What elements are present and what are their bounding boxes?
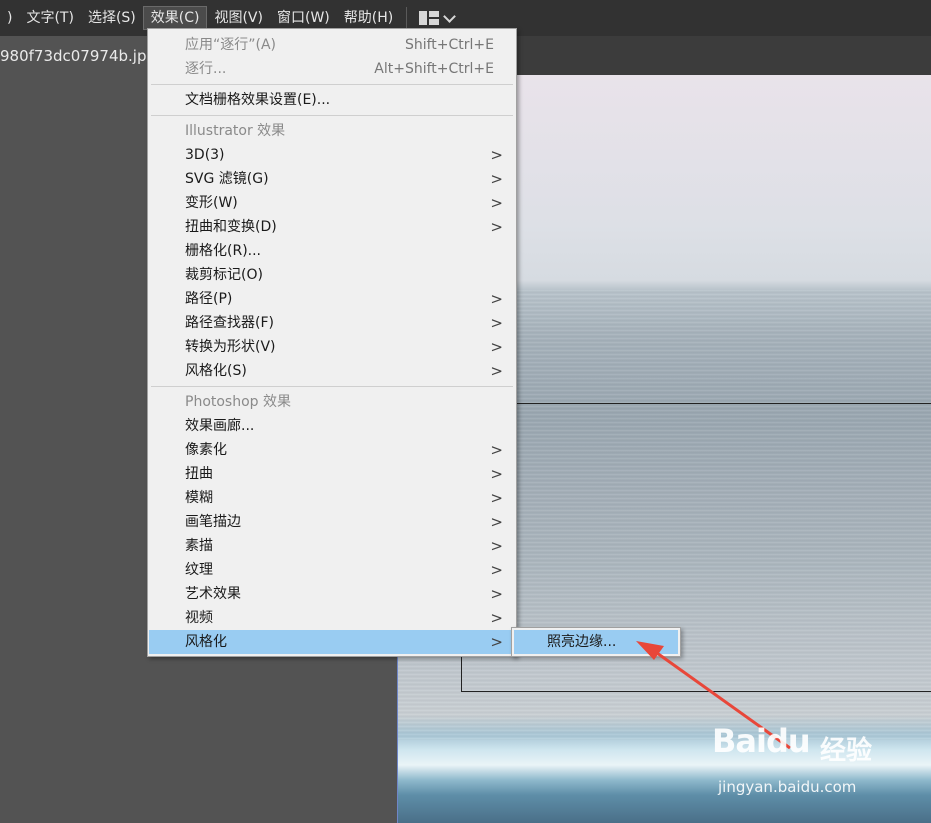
menu-item-crop-marks[interactable]: 裁剪标记(O): [149, 263, 515, 287]
menu-item-convert-to-shape[interactable]: 转换为形状(V) >: [149, 335, 515, 359]
menu-item-stylize-photoshop[interactable]: 风格化 >: [149, 630, 515, 654]
document-tab[interactable]: 980f73dc07974b.jpg: [0, 36, 148, 75]
chevron-right-icon: >: [490, 537, 503, 555]
menu-item-brush-strokes[interactable]: 画笔描边 >: [149, 510, 515, 534]
menu-separator: [151, 115, 513, 116]
chevron-right-icon: >: [490, 290, 503, 308]
menu-item-distort[interactable]: 扭曲 >: [149, 462, 515, 486]
menu-separator: [151, 84, 513, 85]
chevron-right-icon: >: [490, 633, 503, 651]
menu-item-blur[interactable]: 模糊 >: [149, 486, 515, 510]
submenu-item-glowing-edges[interactable]: 照亮边缘...: [514, 630, 678, 654]
selection-guide-line: [515, 403, 931, 404]
chevron-right-icon: >: [490, 561, 503, 579]
chevron-right-icon: >: [490, 314, 503, 332]
chevron-right-icon: >: [490, 218, 503, 236]
chevron-right-icon: >: [490, 170, 503, 188]
menu-item-svg-filters[interactable]: SVG 滤镜(G) >: [149, 167, 515, 191]
chevron-right-icon: >: [490, 441, 503, 459]
selection-guide-box: [461, 655, 931, 692]
menu-item-distort-transform[interactable]: 扭曲和变换(D) >: [149, 215, 515, 239]
menu-item-path[interactable]: 路径(P) >: [149, 287, 515, 311]
menu-item-texture[interactable]: 纹理 >: [149, 558, 515, 582]
chevron-down-icon: [443, 9, 457, 23]
menu-item-rasterize[interactable]: 栅格化(R)...: [149, 239, 515, 263]
chevron-right-icon: >: [490, 585, 503, 603]
chevron-right-icon: >: [490, 146, 503, 164]
menu-item-apply-last-effect[interactable]: 应用“逐行”(A) Shift+Ctrl+E: [149, 33, 515, 57]
chevron-right-icon: >: [490, 465, 503, 483]
menu-item-stylize-illustrator[interactable]: 风格化(S) >: [149, 359, 515, 383]
shortcut-label: Shift+Ctrl+E: [404, 37, 494, 53]
menu-section-illustrator: Illustrator 效果: [185, 123, 286, 139]
menu-item-raster-settings[interactable]: 文档栅格效果设置(E)...: [149, 88, 515, 112]
chevron-right-icon: >: [490, 489, 503, 507]
chevron-right-icon: >: [490, 338, 503, 356]
menu-section-photoshop: Photoshop 效果: [185, 394, 292, 410]
stylize-submenu: 照亮边缘...: [511, 627, 681, 657]
menu-item-warp[interactable]: 变形(W) >: [149, 191, 515, 215]
menu-separator: [151, 386, 513, 387]
menu-item-sketch[interactable]: 素描 >: [149, 534, 515, 558]
effect-menu-dropdown: 应用“逐行”(A) Shift+Ctrl+E 逐行... Alt+Shift+C…: [147, 28, 517, 657]
menu-item-artistic[interactable]: 艺术效果 >: [149, 582, 515, 606]
workspace-switcher-button[interactable]: [415, 9, 458, 25]
menu-select[interactable]: 选择(S): [81, 6, 143, 30]
menu-item-last-effect[interactable]: 逐行... Alt+Shift+Ctrl+E: [149, 57, 515, 81]
menu-effect[interactable]: 效果(C): [142, 6, 208, 30]
shortcut-label: Alt+Shift+Ctrl+E: [374, 61, 494, 77]
menu-type-partial[interactable]: ): [0, 6, 19, 30]
menu-item-pixelate[interactable]: 像素化 >: [149, 438, 515, 462]
menu-item-effect-gallery[interactable]: 效果画廊...: [149, 414, 515, 438]
workspace-layout-icon: [419, 11, 440, 25]
menu-item-3d[interactable]: 3D(3) >: [149, 143, 515, 167]
chevron-right-icon: >: [490, 194, 503, 212]
menu-item-pathfinder[interactable]: 路径查找器(F) >: [149, 311, 515, 335]
menu-item-video[interactable]: 视频 >: [149, 606, 515, 630]
chevron-right-icon: >: [490, 513, 503, 531]
menu-help[interactable]: 帮助(H): [337, 6, 400, 30]
menu-divider: [406, 7, 408, 29]
chevron-right-icon: >: [490, 609, 503, 627]
menu-view[interactable]: 视图(V): [207, 6, 270, 30]
chevron-right-icon: >: [490, 362, 503, 380]
menu-window[interactable]: 窗口(W): [270, 6, 337, 30]
menu-type[interactable]: 文字(T): [19, 6, 80, 30]
